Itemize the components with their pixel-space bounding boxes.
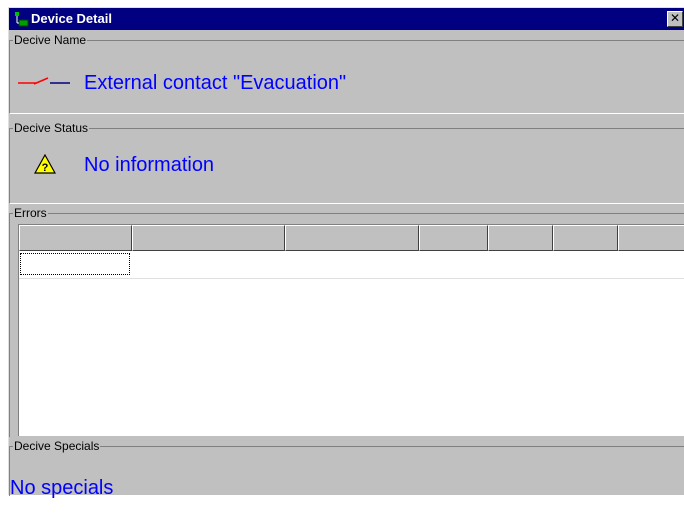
errors-grid-row-line: [19, 278, 684, 279]
device-tree-icon: [15, 12, 29, 27]
window-title: Device Detail: [31, 11, 112, 26]
errors-column-6[interactable]: [553, 225, 618, 251]
errors-column-1[interactable]: [19, 225, 132, 251]
errors-column-4[interactable]: [419, 225, 488, 251]
warning-question-icon: ?: [34, 154, 56, 174]
switch-contact-icon: [18, 77, 70, 85]
device-name-value: External contact "Evacuation": [84, 72, 347, 94]
errors-column-2[interactable]: [132, 225, 285, 251]
errors-grid-selected-cell[interactable]: [20, 253, 130, 275]
device-specials-legend: Decive Specials: [13, 439, 101, 453]
device-status-group: Decive Status ? No information: [9, 121, 684, 204]
device-name-legend: Decive Name: [13, 33, 88, 47]
device-status-value: No information: [84, 154, 215, 176]
device-detail-window: Device Detail ✕ Decive Name External con…: [8, 7, 684, 499]
close-icon: ✕: [669, 11, 681, 25]
errors-column-5[interactable]: [488, 225, 553, 251]
errors-legend: Errors: [13, 206, 48, 220]
errors-column-7[interactable]: [618, 225, 684, 251]
errors-grid[interactable]: [18, 224, 684, 436]
errors-grid-header: [19, 225, 684, 251]
device-name-group: Decive Name External contact "Evacuation…: [9, 33, 684, 114]
device-specials-value: No specials: [10, 477, 114, 499]
device-specials-group: Decive Specials No specials: [9, 439, 684, 499]
title-bar[interactable]: Device Detail ✕: [9, 8, 684, 30]
errors-column-3[interactable]: [285, 225, 419, 251]
device-status-legend: Decive Status: [13, 121, 90, 135]
close-button[interactable]: ✕: [667, 11, 683, 27]
svg-text:?: ?: [42, 162, 49, 174]
